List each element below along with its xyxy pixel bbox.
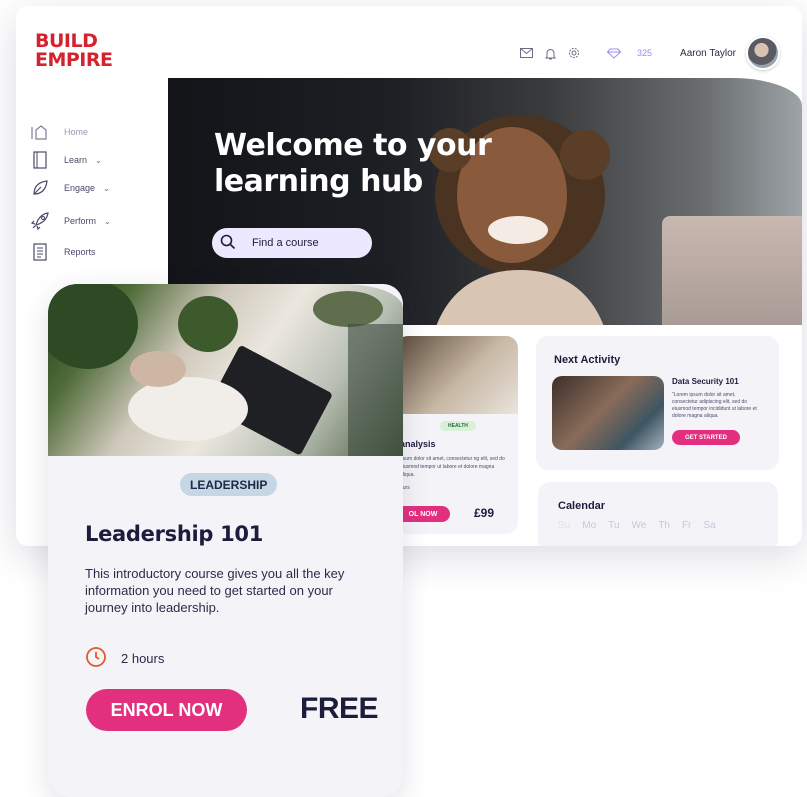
next-activity-title: Next Activity: [554, 354, 621, 366]
settings-icon[interactable]: [567, 46, 581, 60]
duration-text: 2 hours: [121, 651, 165, 666]
weekday-label: Th: [658, 520, 670, 531]
course-title: Leadership 101: [85, 522, 264, 546]
find-course-search[interactable]: Find a course: [212, 228, 372, 258]
top-bar: 325 Aaron Taylor: [519, 36, 780, 70]
diamond-icon: [607, 46, 621, 60]
course-price: FREE: [300, 692, 379, 725]
leadership-course-card[interactable]: LEADERSHIP Leadership 101 This introduct…: [48, 284, 403, 797]
book-icon: [30, 150, 50, 170]
course-duration: 2 hours: [85, 646, 164, 671]
rocket-icon: [30, 211, 50, 231]
weekday-label: Sa: [703, 520, 716, 531]
mail-icon[interactable]: [519, 46, 533, 60]
get-started-button[interactable]: GET STARTED: [672, 430, 740, 445]
sidebar-item-label: Perform: [64, 216, 97, 226]
next-activity-panel: Next Activity Data Security 101 "Lorem i…: [536, 336, 779, 470]
sidebar-item-home[interactable]: Home: [30, 122, 88, 142]
leaf-icon: [30, 178, 50, 198]
search-label: Find a course: [252, 237, 319, 249]
calendar-title: Calendar: [558, 500, 606, 512]
weekday-label: Su: [558, 520, 571, 531]
bell-icon[interactable]: [543, 46, 557, 60]
sidebar-item-label: Home: [64, 127, 89, 137]
weekday-label: Tu: [608, 520, 620, 531]
sidebar-item-label: Learn: [64, 155, 88, 165]
activity-name[interactable]: Data Security 101: [672, 377, 739, 386]
user-name[interactable]: Aaron Taylor: [680, 48, 736, 59]
chevron-down-icon: ⌄: [104, 216, 111, 226]
category-tag: HEALTH: [440, 421, 476, 431]
course-card[interactable]: HEALTH analysis psum dolor sit amet, con…: [396, 336, 518, 534]
course-photo: [48, 284, 403, 456]
activity-description: "Lorem ipsum dolor sit amet, consectetur…: [672, 392, 757, 419]
sidebar-item-learn[interactable]: Learn ⌄: [30, 150, 102, 170]
course-description: This introductory course gives you all t…: [85, 566, 345, 615]
points-count: 325: [637, 48, 653, 58]
chevron-down-icon: ⌄: [95, 155, 102, 165]
home-icon: [30, 122, 50, 142]
weekday-label: Fr: [681, 520, 692, 531]
sidebar-item-engage[interactable]: Engage ⌄: [30, 178, 110, 198]
course-photo: [396, 336, 518, 414]
report-icon: [30, 242, 50, 262]
course-price: £99: [474, 506, 495, 520]
weekday-label: We: [631, 520, 647, 531]
sidebar-item-label: Reports: [64, 247, 96, 257]
avatar[interactable]: [746, 36, 780, 70]
search-icon: [220, 234, 236, 253]
sidebar-item-reports[interactable]: Reports: [30, 242, 96, 262]
sidebar-item-perform[interactable]: Perform ⌄: [30, 211, 111, 231]
sidebar-item-label: Engage: [64, 183, 96, 193]
brand-logo[interactable]: BUILD EMPIRE: [35, 32, 113, 70]
chevron-down-icon: ⌄: [103, 183, 110, 193]
enrol-button[interactable]: OL NOW: [396, 506, 450, 522]
laptop-image: [662, 216, 802, 325]
course-title: analysis: [400, 439, 436, 449]
course-description: psum dolor sit amet, consectetur ng elit…: [400, 456, 505, 478]
hero-title: Welcome to your learning hub: [214, 128, 492, 199]
weekday-label: Mo: [582, 520, 597, 531]
category-badge: LEADERSHIP: [180, 473, 278, 496]
calendar-weekdays: Su Mo Tu We Th Fr Sa: [558, 520, 716, 531]
desk-scene-image: [48, 284, 403, 456]
activity-photo: [552, 376, 664, 450]
enrol-now-button[interactable]: ENROL NOW: [86, 689, 247, 731]
calendar-panel: Calendar Su Mo Tu We Th Fr Sa: [538, 482, 778, 546]
clock-icon: [85, 646, 107, 671]
